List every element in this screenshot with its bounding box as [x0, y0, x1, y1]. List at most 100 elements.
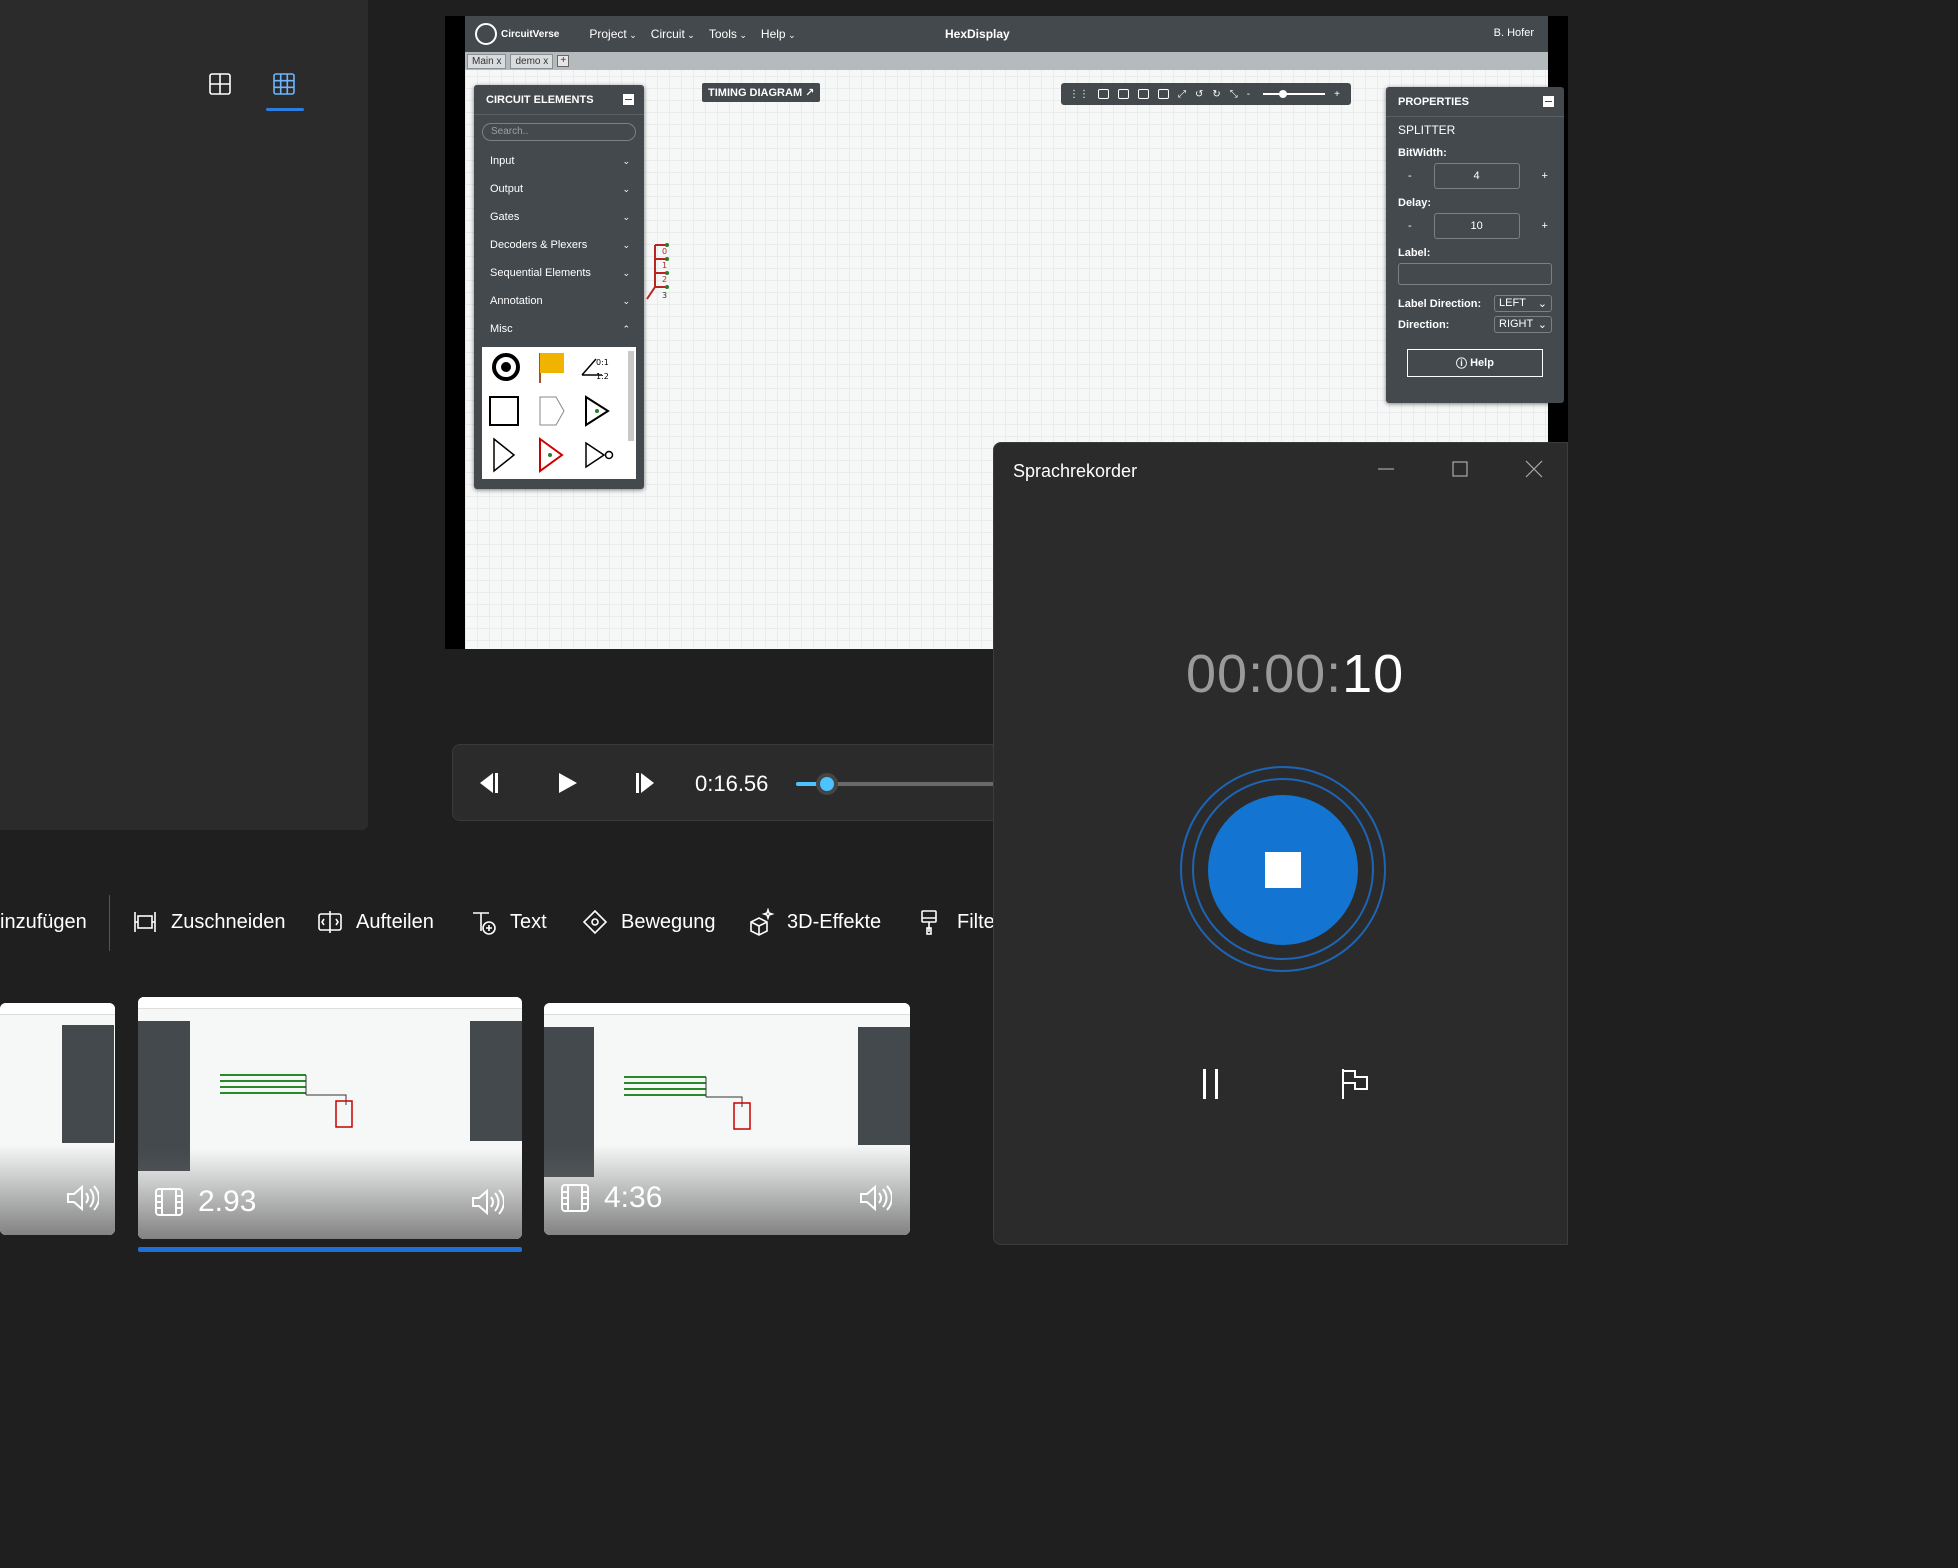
cube-sparkle-icon [750, 908, 775, 936]
timeline-clip[interactable] [0, 1003, 115, 1235]
trim-icon [134, 912, 156, 932]
element-type: SPLITTER [1398, 123, 1456, 137]
bitwidth-value: 4 [1433, 163, 1520, 189]
seek-handle[interactable] [815, 773, 838, 795]
element-search: Search.. [482, 123, 636, 141]
tab-demo: demo x [510, 53, 554, 69]
previous-frame-button[interactable] [477, 771, 501, 795]
properties-panel: PROPERTIES SPLITTER BitWidth: - 4 + Dela… [1386, 87, 1564, 403]
minimize-icon [1543, 96, 1554, 107]
category-gates: Gates ⌄ [490, 211, 630, 223]
cv-tabbar: Main x demo x + [465, 52, 1548, 70]
playback-time: 0:16.56 [695, 771, 769, 796]
category-annotation: Annotation ⌄ [490, 295, 630, 307]
bitwidth-stepper: - 4 + [1386, 161, 1564, 193]
stop-icon [1265, 852, 1301, 888]
text-button[interactable]: Text [470, 900, 547, 944]
motion-icon [582, 909, 608, 935]
label-label: Label: [1398, 247, 1431, 259]
split-button[interactable]: Aufteilen [316, 900, 434, 944]
misc-elements-grid: 0:1 1:2 [482, 347, 636, 479]
maximize-button[interactable] [1448, 457, 1472, 481]
pause-icon [1203, 1069, 1218, 1099]
svg-text:2: 2 [662, 275, 667, 284]
label-field [1398, 263, 1552, 285]
left-panel [0, 0, 368, 830]
grid-2x2-icon[interactable] [208, 72, 236, 100]
clip-duration: 2.93 [154, 1185, 256, 1219]
zoom-slider [1263, 90, 1326, 98]
film-icon [561, 1184, 589, 1212]
zoom-in-icon: + [1334, 88, 1340, 100]
menu-tools: Tools [709, 27, 747, 41]
cv-logo: CircuitVerse [475, 23, 559, 45]
close-button[interactable] [1522, 457, 1546, 481]
svg-text:1:2: 1:2 [596, 372, 609, 381]
category-output: Output ⌄ [490, 183, 630, 195]
timeline-clip[interactable]: 2.93 [138, 997, 522, 1239]
menu-help: Help [761, 27, 796, 41]
tab-main: Main x [467, 53, 507, 69]
pause-button[interactable] [1195, 1067, 1227, 1101]
minimize-button[interactable] [1374, 457, 1398, 481]
circuit-elements-panel: CIRCUIT ELEMENTS Search.. Input ⌄ Output ⌄… [474, 85, 644, 489]
delete-icon [1138, 89, 1149, 99]
svg-text:0:1: 0:1 [596, 358, 609, 367]
next-frame-button[interactable] [633, 771, 657, 795]
split-icon [318, 911, 342, 933]
redo-icon: ↻ [1212, 88, 1221, 100]
save-icon [1118, 89, 1129, 99]
3d-effects-button[interactable]: 3D-Effekte [747, 900, 881, 944]
delay-label: Delay: [1398, 197, 1432, 209]
cloud-icon [1098, 89, 1109, 99]
cv-menu: Project Circuit Tools Help [589, 27, 795, 41]
volume-icon [67, 1184, 99, 1212]
bitwidth-label: BitWidth: [1398, 147, 1447, 159]
zoom-out-icon: - [1246, 88, 1251, 100]
filter-button[interactable]: Filter [917, 900, 1001, 944]
add-button[interactable]: inzufügen [0, 900, 87, 944]
properties-header: PROPERTIES [1386, 87, 1564, 117]
project-title: HexDisplay [945, 27, 1010, 41]
drag-handle-icon: ⋮⋮ [1069, 88, 1089, 100]
volume-icon [860, 1184, 892, 1212]
label-direction-row: Label Direction: LEFT ⌄ [1386, 293, 1564, 314]
add-marker-button[interactable] [1339, 1067, 1371, 1101]
play-button[interactable] [555, 771, 579, 795]
menu-project: Project [589, 27, 636, 41]
svg-text:3: 3 [662, 291, 667, 300]
svg-text:1: 1 [662, 261, 667, 270]
fullscreen-icon: ⤡ [1229, 88, 1238, 100]
trim-button[interactable]: Zuschneiden [131, 900, 286, 944]
category-misc: Misc ⌃ [490, 323, 630, 335]
timeline-clip[interactable]: 4:36 [544, 1003, 910, 1235]
recorder-title: Sprachrekorder [1013, 461, 1138, 481]
add-tab-button: + [557, 55, 570, 67]
delay-stepper: - 10 + [1386, 211, 1564, 243]
film-icon [155, 1188, 183, 1216]
menu-circuit: Circuit [651, 27, 695, 41]
globe-icon [475, 23, 497, 45]
selected-clip-indicator [138, 1247, 522, 1252]
recording-timer: 00:00:10 [1186, 644, 1405, 704]
svg-text:0: 0 [662, 247, 667, 256]
fit-icon: ⤢ [1178, 88, 1186, 100]
motion-button[interactable]: Bewegung [581, 900, 716, 944]
category-sequential: Sequential Elements ⌄ [490, 267, 630, 279]
toolbar-divider [109, 895, 110, 951]
text-add-icon [473, 912, 496, 935]
flag-icon [1342, 1069, 1368, 1099]
timing-diagram-button: TIMING DIAGRAM ↗ [702, 83, 821, 102]
stop-recording-button[interactable] [1208, 795, 1358, 945]
help-button: ⓘ Help [1407, 349, 1543, 377]
image-icon [1158, 89, 1169, 99]
minimize-icon [623, 94, 634, 105]
category-decoders: Decoders & Plexers ⌄ [490, 239, 630, 251]
volume-icon [472, 1188, 504, 1216]
delay-value: 10 [1433, 213, 1520, 239]
grid-3x3-icon[interactable] [272, 72, 300, 100]
view-toggle-indicator [266, 108, 304, 111]
voice-recorder-window: Sprachrekorder 00:00:10 [993, 442, 1568, 1245]
undo-icon: ↺ [1195, 88, 1204, 100]
clip-duration: 4:36 [560, 1181, 662, 1215]
